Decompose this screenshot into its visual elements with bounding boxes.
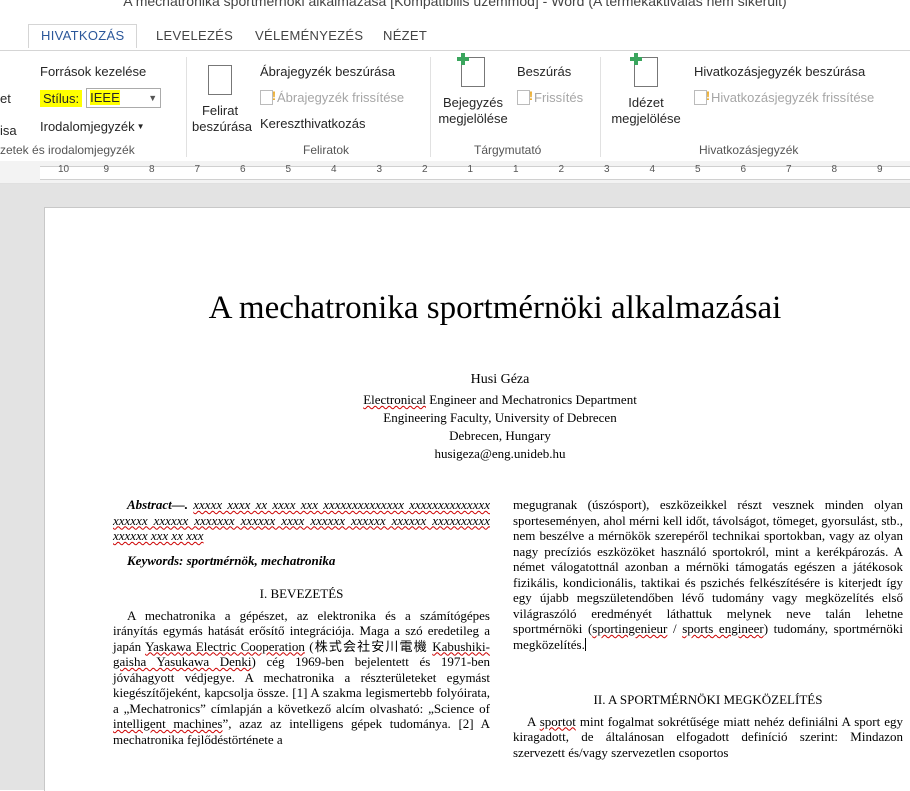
ruler-label: 3	[604, 164, 610, 175]
author-name: Husi Géza	[470, 372, 530, 387]
affiliation-line-2: Engineering Faculty, University of Debre…	[383, 410, 617, 425]
ruler-label: 1	[513, 164, 519, 175]
ruler-label: 2	[558, 164, 565, 175]
title-bar: A mechatronika sportmérnöki alkalmazása …	[0, 0, 910, 24]
ruler-label: 10	[58, 164, 70, 175]
update-index-icon	[517, 89, 533, 105]
mark-entry-button[interactable]: Bejegyzés megjelölése	[436, 53, 510, 127]
ribbon-tabs: HIVATKOZÁS LEVELEZÉS VÉLEMÉNYEZÉS NÉZET	[0, 24, 910, 50]
ruler-label: 7	[194, 164, 201, 175]
update-table-button[interactable]: Ábrajegyzék frissítése	[260, 89, 404, 105]
mark-entry-icon	[457, 53, 489, 91]
text-cursor	[584, 637, 586, 651]
affiliation-line-1: Electronical Engineer and Mechatronics D…	[363, 392, 637, 407]
insert-caption-icon	[204, 65, 236, 99]
ruler-label: 1	[467, 164, 474, 175]
update-table-icon	[260, 89, 276, 105]
manage-sources-button[interactable]: Források kezelése	[40, 64, 146, 286]
abstract: Abstract—. xxxxx xxxx xx xxxx xxx xxxxxx…	[113, 497, 490, 543]
chevron-down-icon: ▼	[148, 93, 158, 103]
paragraph-sports: megugranak (úszósport), eszközeikkel rés…	[513, 497, 903, 652]
section-heading-2: II. A SPORTMÉRNÖKI MEGKÖZELÍTÉS	[593, 692, 823, 707]
page-title: A mechatronika sportmérnöki alkalmazásai	[208, 290, 782, 326]
bibliography-button[interactable]: Irodalomjegyzék ▼	[40, 119, 145, 341]
mark-citation-icon	[630, 53, 662, 91]
group-citations-label: zetek és irodalomjegyzék	[0, 143, 135, 157]
update-table-of-authorities-button[interactable]: Hivatkozásjegyzék frissítése	[694, 89, 874, 105]
horizontal-ruler[interactable]	[0, 161, 910, 184]
ribbon: et isa zetek és irodalomjegyzék Források…	[0, 50, 910, 341]
ruler-label: 2	[422, 164, 428, 175]
ruler-label: 6	[740, 164, 747, 175]
affiliation-line-3: Debrecen, Hungary	[449, 428, 551, 443]
ruler-label: 9	[877, 164, 883, 175]
ruler-label: 7	[786, 164, 792, 175]
style-dropdown[interactable]: IEEE ▼	[86, 88, 162, 108]
ruler-label: 6	[240, 164, 246, 175]
author-email: husigeza@eng.unideb.hu	[434, 446, 566, 461]
ruler-label: 8	[831, 164, 838, 175]
group-toa-label: Hivatkozásjegyzék	[699, 143, 799, 157]
tab-mailings[interactable]: LEVELEZÉS	[156, 28, 233, 43]
tab-review[interactable]: VÉLEMÉNYEZÉS	[255, 28, 363, 43]
keywords: Keywords: sportmérnök, mechatronika	[127, 552, 336, 568]
style-selector[interactable]: Stílus: IEEE ▼	[40, 88, 162, 310]
style-value: IEEE	[90, 90, 120, 105]
insert-table-of-figures-button[interactable]: Ábrajegyzék beszúrása	[260, 64, 395, 286]
section-heading-1: I. BEVEZETÉS	[259, 586, 344, 601]
tab-view[interactable]: NÉZET	[383, 28, 427, 43]
group-divider	[600, 57, 601, 157]
style-label: Stílus:	[40, 89, 83, 107]
insert-table-of-authorities-button[interactable]: Hivatkozásjegyzék beszúrása	[694, 64, 865, 286]
tab-references[interactable]: HIVATKOZÁS	[28, 24, 138, 48]
insert-caption-button[interactable]: Felirat beszúrása	[192, 65, 252, 135]
paragraph-definition: A sportot mint fogalmat sokrétűsége miat…	[513, 713, 904, 760]
insert-index-button[interactable]: Beszúrás	[517, 64, 574, 286]
mark-citation-button[interactable]: Idézet megjelölése	[608, 53, 684, 127]
ruler-label: 4	[649, 164, 656, 175]
ruler-label: 4	[331, 164, 337, 175]
column-right[interactable]: megugranak (úszósport), eszközeikkel rés…	[513, 497, 903, 760]
group-divider	[186, 57, 187, 157]
ruler-label: 9	[103, 164, 110, 175]
ruler-label: 5	[695, 164, 701, 175]
update-toa-icon	[694, 89, 710, 105]
paragraph-intro: A mechatronika a gépészet, az elektronik…	[113, 607, 491, 747]
partial-label-a: et	[0, 91, 11, 106]
cross-reference-button[interactable]: Kereszthivatkozás	[260, 116, 366, 338]
ruler-label: 3	[376, 164, 383, 175]
ruler-label: 5	[285, 164, 292, 175]
chevron-down-icon: ▼	[136, 122, 145, 131]
group-index-label: Tárgymutató	[474, 143, 542, 157]
window-title: A mechatronika sportmérnöki alkalmazása …	[123, 0, 787, 9]
group-captions-label: Feliratok	[303, 143, 350, 157]
ruler-label: 8	[149, 164, 155, 175]
group-divider	[430, 57, 431, 157]
update-index-button[interactable]: Frissítés	[517, 89, 583, 105]
partial-label-b[interactable]: isa	[0, 123, 17, 138]
column-left[interactable]: Abstract—. xxxxx xxxx xx xxxx xxx xxxxxx…	[113, 497, 490, 747]
